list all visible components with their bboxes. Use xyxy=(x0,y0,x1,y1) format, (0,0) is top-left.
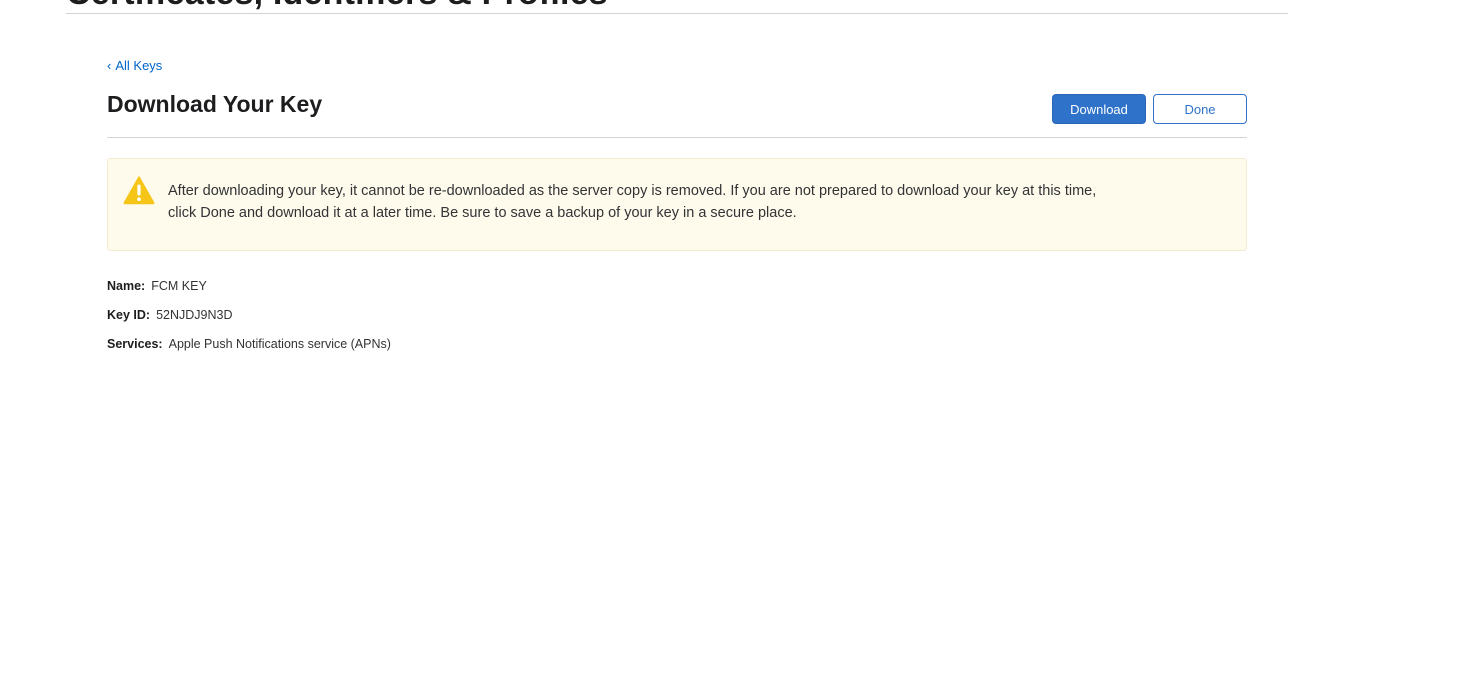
services-value: Apple Push Notifications service (APNs) xyxy=(168,337,391,351)
site-title: Certificates, Identifiers & Profiles xyxy=(66,0,608,13)
warning-banner: After downloading your key, it cannot be… xyxy=(107,158,1247,251)
key-id-value: 52NJDJ9N3D xyxy=(156,308,233,322)
chevron-left-icon: ‹ xyxy=(107,58,112,73)
detail-row-key-id: Key ID: 52NJDJ9N3D xyxy=(107,307,391,336)
name-value: FCM KEY xyxy=(151,279,207,293)
name-label: Name: xyxy=(107,279,146,293)
warning-message: After downloading your key, it cannot be… xyxy=(168,183,1097,221)
warning-triangle-icon xyxy=(123,176,155,205)
download-button[interactable]: Download xyxy=(1052,94,1146,124)
back-link-label: All Keys xyxy=(115,58,163,73)
page-title: Download Your Key xyxy=(107,91,323,117)
done-button[interactable]: Done xyxy=(1153,94,1247,124)
services-label: Services: xyxy=(107,337,163,351)
title-row: Download Your Key Download Done xyxy=(107,86,1247,138)
detail-row-name: Name: FCM KEY xyxy=(107,278,391,307)
page-header: Certificates, Identifiers & Profiles xyxy=(66,0,1288,14)
all-keys-back-link[interactable]: ‹ All Keys xyxy=(107,58,162,73)
key-details: Name: FCM KEY Key ID: 52NJDJ9N3D Services:… xyxy=(107,278,391,365)
detail-row-services: Services: Apple Push Notifications servic… xyxy=(107,336,391,365)
key-id-label: Key ID: xyxy=(107,308,151,322)
